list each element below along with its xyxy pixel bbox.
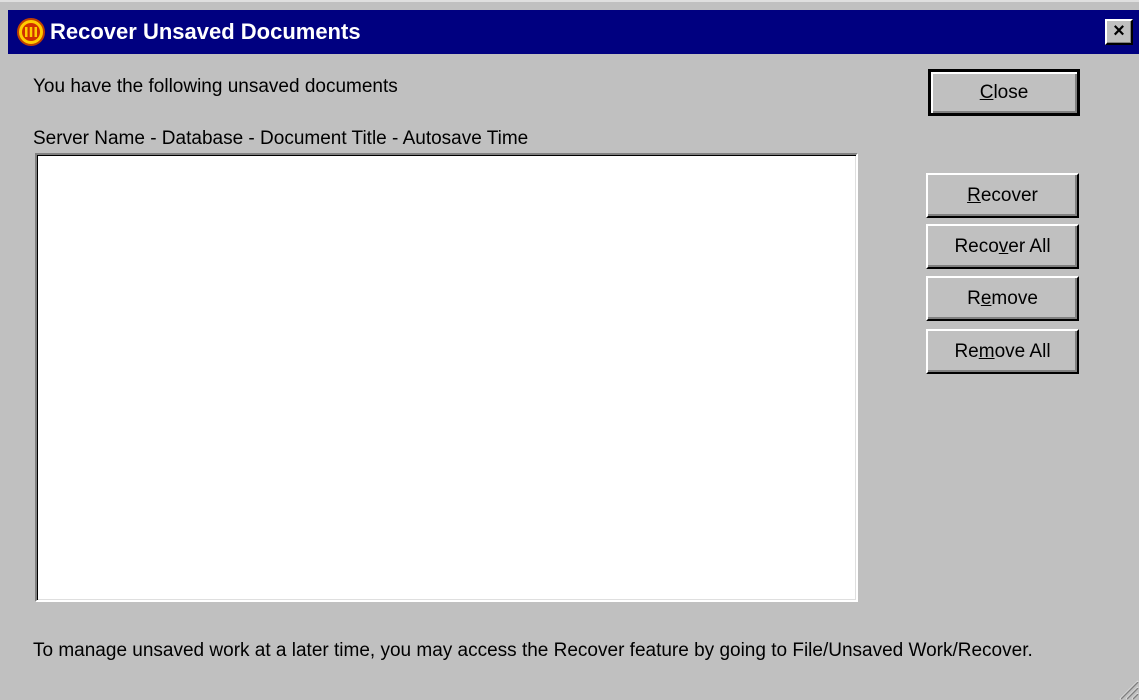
recover-dialog: Recover Unsaved Documents × You have the…: [0, 0, 1139, 700]
recover-all-button-pre: Reco: [954, 236, 999, 257]
intro-text: You have the following unsaved documents: [33, 76, 398, 97]
remove-button-pre: R: [967, 288, 981, 309]
footer-help-text: To manage unsaved work at a later time, …: [33, 640, 1033, 661]
close-button-post: lose: [993, 82, 1029, 103]
recover-button[interactable]: Recover: [926, 173, 1079, 218]
recover-all-button-accel: v: [998, 236, 1009, 257]
remove-button[interactable]: Remove: [926, 276, 1079, 321]
close-icon[interactable]: ×: [1105, 19, 1133, 45]
unsaved-documents-list[interactable]: [35, 153, 858, 602]
app-logo-icon: [17, 18, 45, 46]
title-bar[interactable]: Recover Unsaved Documents ×: [8, 10, 1139, 54]
close-button-accel: C: [979, 82, 994, 103]
recover-button-accel: R: [967, 185, 981, 206]
resize-grip-icon[interactable]: [1117, 678, 1139, 700]
remove-all-button-post: ove All: [994, 341, 1051, 362]
remove-button-accel: e: [980, 288, 992, 309]
remove-all-button-pre: Re: [954, 341, 979, 362]
remove-button-post: move: [991, 288, 1038, 309]
recover-all-button-post: er All: [1008, 236, 1051, 257]
recover-button-post: ecover: [980, 185, 1038, 206]
recover-all-button[interactable]: Recover All: [926, 224, 1079, 269]
list-column-header: Server Name - Database - Document Title …: [33, 128, 529, 149]
remove-all-button[interactable]: Remove All: [926, 329, 1079, 374]
close-button[interactable]: Close: [928, 69, 1080, 116]
remove-all-button-accel: m: [978, 341, 995, 362]
window-title: Recover Unsaved Documents: [50, 19, 361, 44]
